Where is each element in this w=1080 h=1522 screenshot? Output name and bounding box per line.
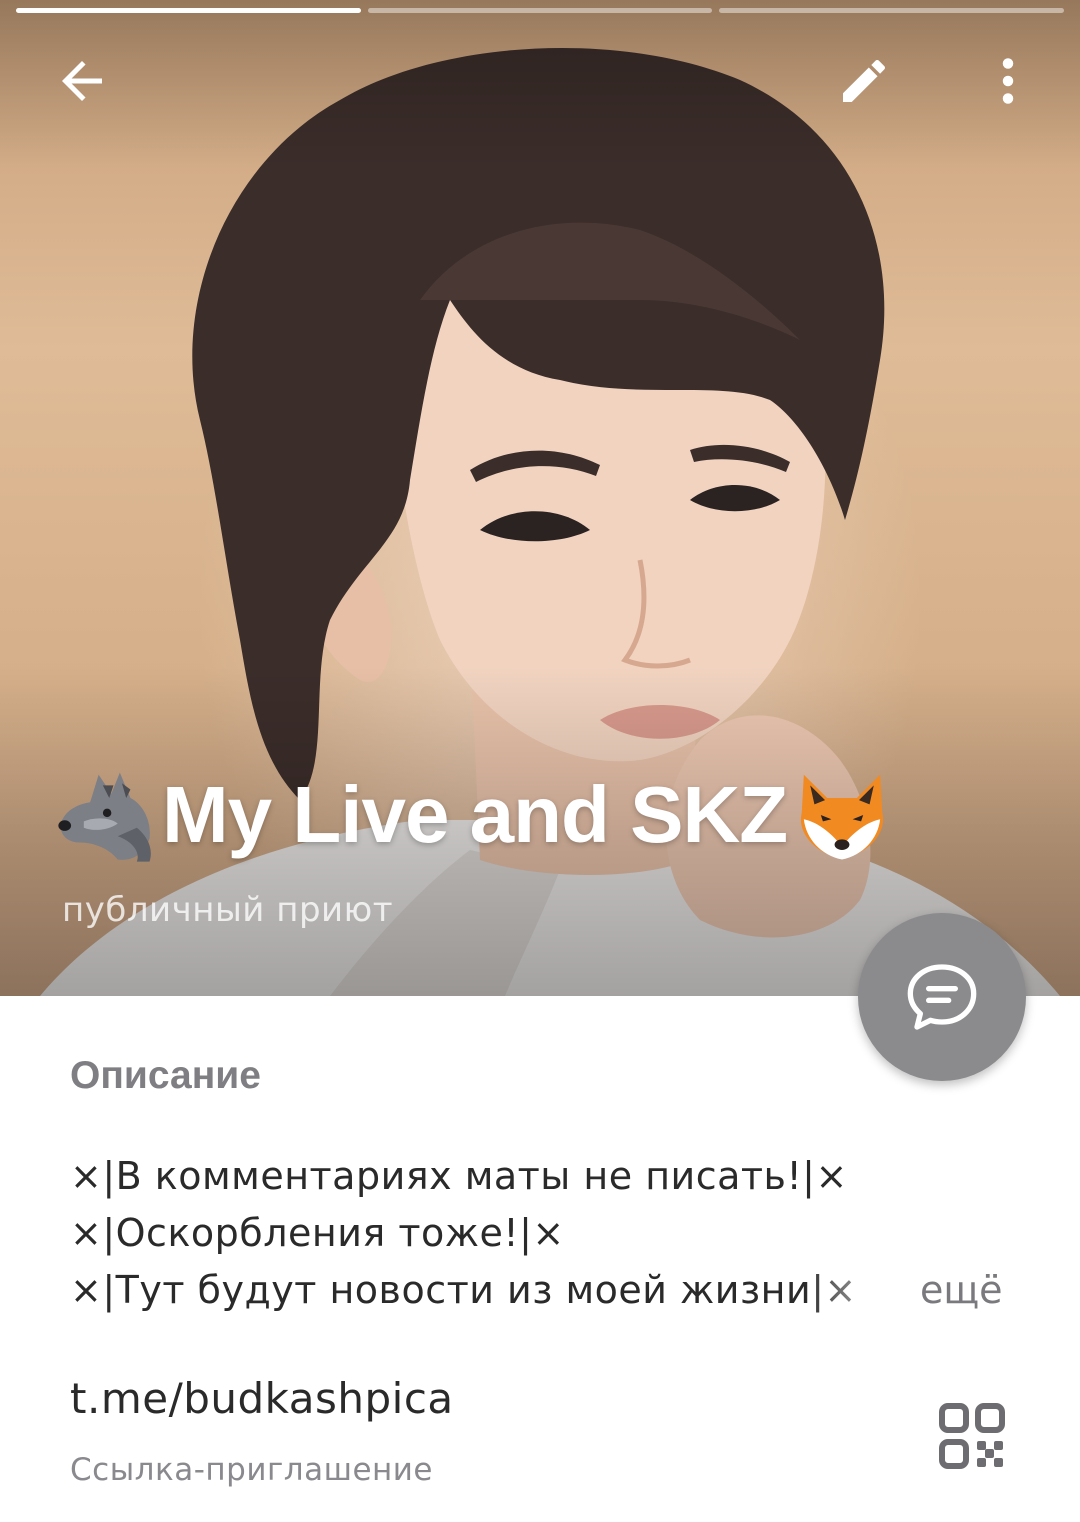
- edit-button[interactable]: [828, 45, 900, 117]
- arrow-left-icon: [62, 61, 102, 101]
- wolf-emoji: [58, 772, 151, 862]
- back-button[interactable]: [46, 45, 118, 117]
- channel-status: публичный приют: [62, 890, 394, 930]
- header-top-shade: [0, 0, 1080, 170]
- invite-link-caption: Ссылка-приглашение: [70, 1452, 434, 1488]
- fox-emoji: [801, 774, 884, 860]
- photo-progress-bar: [16, 8, 1065, 14]
- progress-segment: [719, 8, 1065, 13]
- progress-segment: [367, 8, 713, 13]
- open-chat-button[interactable]: [858, 913, 1026, 1081]
- channel-description: ×|В комментариях маты не писать!|× ×|Оск…: [70, 1148, 1030, 1319]
- channel-title: My Live and SKZ: [52, 760, 895, 870]
- channel-title-text: My Live and SKZ: [162, 770, 788, 859]
- description-line: ×|Тут будут новости из моей жизни|×: [70, 1262, 915, 1319]
- profile-header: My Live and SKZ публичный приют: [0, 0, 1080, 996]
- channel-profile-screen: My Live and SKZ публичный приют Описание…: [0, 0, 1080, 1522]
- chat-bubble-icon: [907, 964, 977, 1030]
- pencil-icon: [843, 59, 886, 102]
- progress-segment: [16, 8, 361, 13]
- description-line: ×|В комментариях маты не писать!|×: [70, 1154, 848, 1198]
- description-title: Описание: [70, 1054, 261, 1097]
- more-vertical-icon: [1002, 58, 1014, 104]
- description-fade: [805, 1262, 915, 1319]
- qr-code-button[interactable]: [934, 1398, 1010, 1474]
- invite-link[interactable]: t.me/budkashpica: [70, 1374, 454, 1423]
- description-line-text: ×|Тут будут новости из моей жизни|×: [70, 1268, 857, 1312]
- show-more-link[interactable]: ещё: [920, 1262, 1003, 1319]
- description-line: ×|Оскорбления тоже!|×: [70, 1211, 565, 1255]
- qr-code-icon: [939, 1403, 1005, 1469]
- more-options-button[interactable]: [972, 45, 1044, 117]
